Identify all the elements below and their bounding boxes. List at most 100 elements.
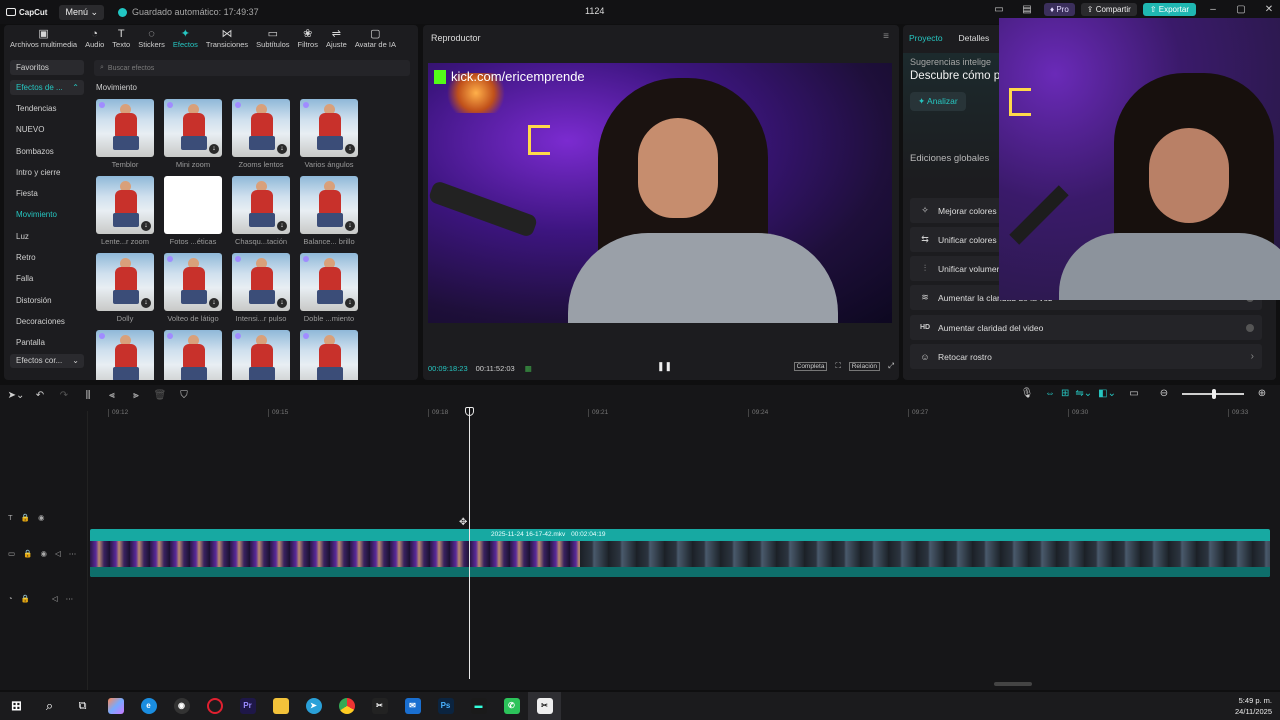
effect-tile[interactable]: ↓ Intensi...r pulso	[232, 253, 290, 330]
tab-ai-avatar[interactable]: ▢ Avatar de IA	[351, 27, 400, 53]
effect-tile[interactable]: ↓ Zooms lentos	[232, 99, 290, 176]
full-quality-button[interactable]: Completa	[793, 361, 828, 371]
select-tool-icon[interactable]: ➤⌄	[4, 390, 28, 401]
maximize-icon[interactable]: ▢	[1230, 4, 1252, 15]
waveform-icon[interactable]: ▦	[525, 364, 532, 373]
category-item[interactable]: Intro y cierre	[10, 162, 84, 183]
tab-audio[interactable]: ◔ Audio	[81, 27, 108, 53]
undo-icon[interactable]: ↶	[28, 390, 52, 401]
menu-button[interactable]: Menú ⌄	[59, 4, 105, 20]
ratio-button[interactable]: Relación	[848, 361, 880, 371]
effect-tile[interactable]: ↓ Balance... brillo	[300, 176, 358, 253]
effect-tile[interactable]: ↓ Lente...r zoom	[96, 176, 154, 253]
lock-icon[interactable]: 🔒	[21, 594, 30, 603]
shortcuts-icon[interactable]: ▤	[1016, 4, 1038, 15]
zoom-out-icon[interactable]: ⊖	[1152, 388, 1176, 399]
preview-axis-icon[interactable]: ◧⌄	[1098, 388, 1116, 399]
export-button[interactable]: ⇧ Exportar	[1142, 3, 1196, 16]
category-group[interactable]: Efectos de ... ⌃	[10, 80, 84, 95]
taskbar-app[interactable]: e	[132, 692, 165, 720]
system-clock[interactable]: 5:49 p. m. 24/11/2025	[1235, 695, 1272, 717]
minimize-icon[interactable]: –	[1202, 4, 1224, 15]
split-right-icon[interactable]: ⫸	[124, 390, 148, 401]
close-icon[interactable]: ✕	[1258, 4, 1280, 15]
download-icon[interactable]: ↓	[345, 221, 355, 231]
effect-tile[interactable]	[300, 330, 358, 380]
zoom-slider-handle[interactable]	[1212, 388, 1216, 399]
effect-tile[interactable]: ↓ Volteo de látigo	[164, 253, 222, 330]
analyze-button[interactable]: ✦ Analizar	[910, 92, 966, 111]
playhead[interactable]	[469, 407, 470, 679]
zoom-slider[interactable]	[1182, 388, 1244, 399]
caption-icon[interactable]: ▭	[1122, 388, 1146, 399]
tab-transitions[interactable]: ⋈ Transiciones	[202, 27, 252, 53]
category-item[interactable]: Luz	[10, 226, 84, 247]
task-view-button[interactable]: ⧉	[66, 692, 99, 720]
category-item[interactable]: Decoraciones	[10, 311, 84, 332]
split-left-icon[interactable]: ⫷	[100, 390, 124, 401]
microphone-icon[interactable]: 🎙	[1015, 388, 1039, 399]
taskbar-app-active[interactable]: ✂	[528, 692, 561, 720]
toggle-switch[interactable]	[1246, 323, 1254, 332]
video-preview[interactable]: kick.com/ericemprende	[428, 63, 892, 323]
download-icon[interactable]: ↓	[277, 144, 287, 154]
zoom-in-icon[interactable]: ⊕	[1250, 388, 1274, 399]
effect-tile[interactable]: ↓ Dolly	[96, 253, 154, 330]
effect-tile[interactable]: Fotos ...éticas	[164, 176, 222, 253]
taskbar-app[interactable]: ▬	[462, 692, 495, 720]
search-button[interactable]: ⌕	[33, 692, 66, 720]
category-item[interactable]: NUEVO	[10, 119, 84, 140]
effect-tile[interactable]	[96, 330, 154, 380]
category-item[interactable]: Pantalla	[10, 332, 84, 353]
hamburger-icon[interactable]: ≡	[883, 31, 889, 42]
tab-details[interactable]: Detalles	[959, 33, 990, 43]
category-favorites[interactable]: Favoritos	[10, 60, 84, 75]
fit-icon[interactable]: ⛶	[835, 361, 840, 371]
taskbar-app[interactable]: Pr	[231, 692, 264, 720]
shield-icon[interactable]: ⛉	[172, 390, 196, 401]
more-icon[interactable]: ⋯	[69, 549, 77, 558]
snap-icon[interactable]: ⇋⌄	[1075, 388, 1092, 399]
effect-tile[interactable]	[164, 330, 222, 380]
download-icon[interactable]: ↓	[209, 144, 219, 154]
timeline-ruler[interactable]: 09:12 09:15 09:18 09:21 09:24 09:27 09:3…	[90, 407, 1280, 419]
link-icon[interactable]: ⇔	[1045, 388, 1055, 399]
speaker-icon[interactable]: ◁	[52, 594, 58, 603]
category-item[interactable]: Falla	[10, 268, 84, 289]
taskbar-app[interactable]	[330, 692, 363, 720]
effect-tile[interactable]: ↓ Doble ...miento	[300, 253, 358, 330]
layout-icon[interactable]: ▭	[988, 4, 1010, 15]
effect-tile[interactable]: ↓ Mini zoom	[164, 99, 222, 176]
download-icon[interactable]: ↓	[141, 298, 151, 308]
option-video-clarity[interactable]: HD Aumentar claridad del video	[910, 315, 1262, 340]
tab-project[interactable]: Proyecto	[909, 33, 943, 43]
search-input[interactable]: ⌕ Buscar efectos	[94, 60, 410, 76]
download-icon[interactable]: ↓	[277, 298, 287, 308]
more-icon[interactable]: ⋯	[66, 594, 74, 603]
project-name[interactable]: 1124	[585, 6, 604, 16]
eye-icon[interactable]: ◉	[38, 513, 45, 522]
magnet-icon[interactable]: ⊞	[1061, 388, 1069, 399]
playhead-handle[interactable]	[465, 407, 474, 416]
taskbar-app[interactable]: ✆	[495, 692, 528, 720]
download-icon[interactable]: ↓	[277, 221, 287, 231]
taskbar-app[interactable]: ✉	[396, 692, 429, 720]
eye-icon[interactable]: ◉	[40, 549, 47, 558]
category-item[interactable]: Fiesta	[10, 183, 84, 204]
horizontal-scrollbar[interactable]	[994, 682, 1032, 686]
tab-text[interactable]: T Texto	[108, 27, 134, 53]
tab-stickers[interactable]: ◌ Stickers	[134, 27, 169, 53]
taskbar-app[interactable]: ◉	[165, 692, 198, 720]
taskbar-app[interactable]	[264, 692, 297, 720]
lock-icon[interactable]: 🔒	[21, 513, 30, 522]
fullscreen-icon[interactable]: ⤢	[888, 361, 894, 371]
download-icon[interactable]: ↓	[141, 221, 151, 231]
effect-tile[interactable]: ↓ Varios ángulos	[300, 99, 358, 176]
tab-adjust[interactable]: ⇌ Ajuste	[322, 27, 351, 53]
effect-tile[interactable]: Temblor	[96, 99, 154, 176]
category-more[interactable]: Efectos cor... ⌄	[10, 353, 84, 368]
lock-icon[interactable]: 🔒	[23, 549, 32, 558]
taskbar-app[interactable]	[198, 692, 231, 720]
tab-filters[interactable]: ❀ Filtros	[294, 27, 322, 53]
download-icon[interactable]: ↓	[209, 298, 219, 308]
